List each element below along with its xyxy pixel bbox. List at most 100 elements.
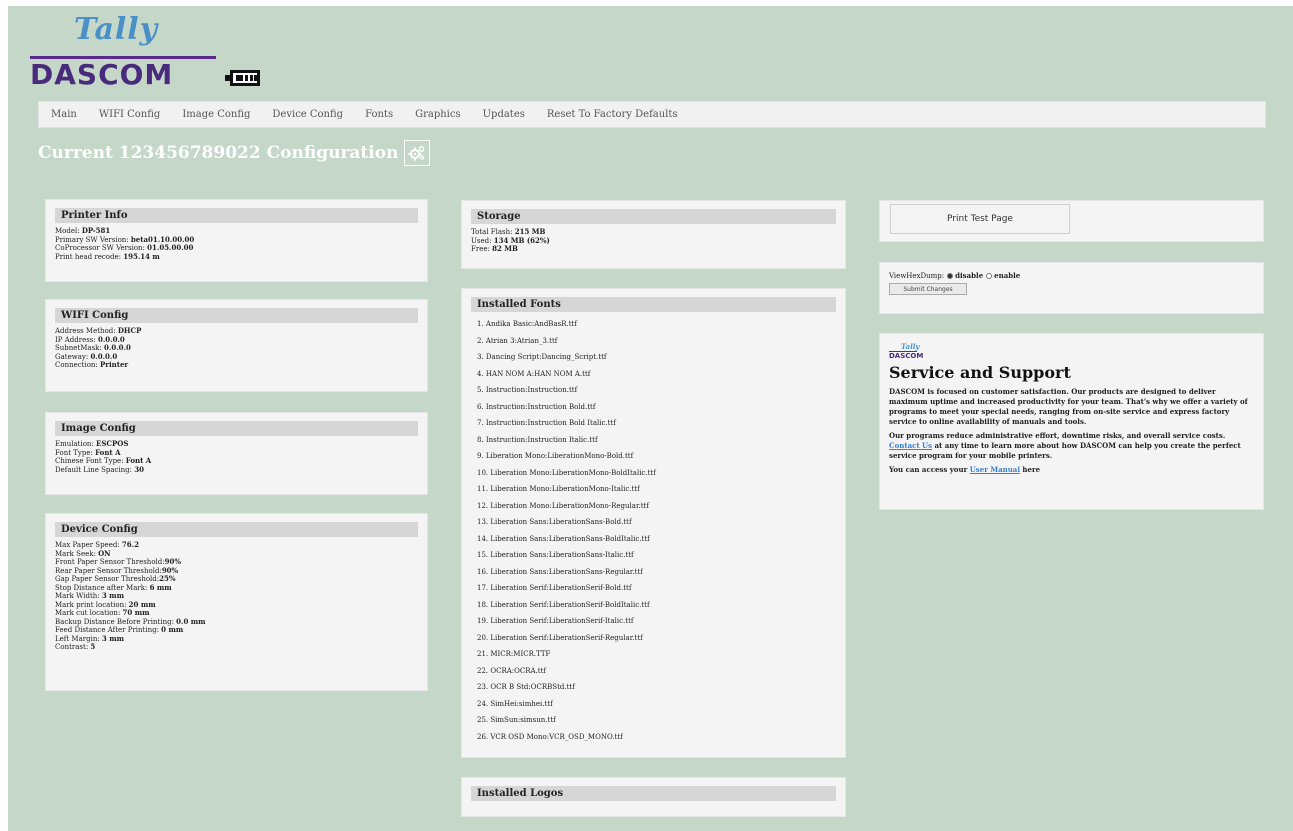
info-row: Primary SW Version: beta01.10.00.00 <box>55 235 418 245</box>
info-row-label: Gateway: <box>55 352 91 361</box>
hexdump-row: ViewHexDump: disable enable <box>889 271 1254 280</box>
info-row-label: Font Type: <box>55 448 96 457</box>
info-row-label: Backup Distance Before Printing: <box>55 617 177 626</box>
info-row-value: 76.2 <box>121 540 139 549</box>
info-row: Mark Seek: ON <box>55 548 418 559</box>
submit-changes-button[interactable]: Submit Changes <box>889 283 967 295</box>
info-row: Used: 134 MB (62%) <box>471 236 836 246</box>
installed-fonts-title: Installed Fonts <box>471 297 836 312</box>
font-list-item: 8. Instruction:Instruction Italic.ttf <box>477 435 598 444</box>
nav-reset-factory[interactable]: Reset To Factory Defaults <box>547 109 678 120</box>
font-list-item: 19. Liberation Serif:LiberationSerif-Ita… <box>477 617 634 625</box>
nav-main[interactable]: Main <box>51 109 77 120</box>
info-row-value: DP-581 <box>81 226 111 235</box>
device-config-panel: Device Config Max Paper Speed: 76.2 Mark … <box>45 513 428 691</box>
info-row-label: Default Line Spacing: <box>55 465 135 474</box>
installed-logos-title: Installed Logos <box>471 786 836 801</box>
settings-button[interactable] <box>404 140 431 166</box>
info-row: CoProcessor SW Version: 01.05.00.00 <box>55 243 418 253</box>
info-row-label: Used: <box>471 236 494 245</box>
nav-updates[interactable]: Updates <box>483 109 525 120</box>
info-row: Mark cut location: 70 mm <box>55 608 418 618</box>
page-title: Current 123456789022 Configuration <box>38 143 399 163</box>
storage-panel: Storage Total Flash: 215 MB Used: 134 MB … <box>461 200 846 269</box>
font-list-item: 7. Instruction:Instruction Bold Italic.t… <box>477 419 616 427</box>
font-list-item: 20. Liberation Serif:LiberationSerif-Reg… <box>477 633 643 642</box>
info-row: Contrast: 5 <box>55 642 418 652</box>
info-row: Connection: Printer <box>55 360 418 370</box>
info-row-label: Free: <box>471 245 493 253</box>
font-list-item: 9. Liberation Mono:LiberationMono-Bold.t… <box>477 452 634 460</box>
nav-device-config[interactable]: Device Config <box>272 109 343 120</box>
print-test-panel: Print Test Page <box>879 200 1264 242</box>
info-row-label: Print head recode: <box>55 252 124 261</box>
info-row: Backup Distance Before Printing: 0.0 mm <box>55 617 418 627</box>
info-row-label: Gap Paper Sensor Threshold: <box>55 575 160 583</box>
info-row-value: ON <box>98 548 111 558</box>
font-list-item: 18. Liberation Serif:LiberationSerif-Bol… <box>477 600 650 609</box>
hexdump-disable-radio[interactable] <box>947 272 954 279</box>
font-list-item: 6. Instruction:Instruction Bold.ttf <box>477 402 596 411</box>
font-list-item: 11. Liberation Mono:LiberationMono-Itali… <box>477 485 640 493</box>
font-list-item: 10. Liberation Mono:LiberationMono-BoldI… <box>477 468 656 477</box>
hexdump-enable-radio[interactable] <box>986 272 993 279</box>
contact-us-link[interactable]: Contact Us <box>889 441 932 450</box>
service-logo-dascom: DASCOM <box>889 351 924 360</box>
info-row-label: Front Paper Sensor Threshold: <box>55 558 165 566</box>
info-row-value: 3 mm <box>101 633 125 643</box>
info-row-value: 5 <box>90 642 96 651</box>
service-title: Service and Support <box>889 363 1071 382</box>
nav-graphics[interactable]: Graphics <box>415 109 461 120</box>
user-manual-link[interactable]: User Manual <box>970 465 1020 474</box>
info-row-label: Mark Seek: <box>55 549 99 558</box>
font-list-item: 24. SimHei:simhei.ttf <box>477 699 553 708</box>
installed-logos-panel: Installed Logos <box>461 777 846 817</box>
info-row-value: 82 MB <box>492 244 518 253</box>
image-config-title: Image Config <box>55 421 418 436</box>
gears-icon <box>408 146 425 161</box>
info-row: Font Type: Font A <box>55 448 418 458</box>
wifi-config-title: WIFI Config <box>55 308 418 323</box>
font-list-item: 17. Liberation Serif:LiberationSerif-Bol… <box>477 584 632 592</box>
logo-tally-text: Tally <box>74 12 159 47</box>
font-list-item: 21. MICR:MICR.TTF <box>477 650 551 658</box>
device-config-title: Device Config <box>55 522 418 537</box>
font-list-item: 4. HAN NOM A:HAN NOM A.ttf <box>477 369 591 378</box>
info-row: Gap Paper Sensor Threshold:25% <box>55 574 418 584</box>
device-config-rows: Max Paper Speed: 76.2 Mark Seek: ON Front … <box>55 540 418 652</box>
info-row-value: 30 <box>134 464 144 474</box>
logo-dascom-text: DASCOM <box>30 58 174 91</box>
font-list-item: 1. Andika Basic:AndBasR.ttf <box>477 320 577 328</box>
font-list-item: 12. Liberation Mono:LiberationMono-Regul… <box>477 501 649 510</box>
service-p3-text-b: here <box>1020 465 1041 474</box>
printer-info-rows: Model: DP-581 Primary SW Version: beta01.… <box>55 226 418 261</box>
image-config-rows: Emulation: ESCPOS Font Type: Font A Chines… <box>55 439 418 475</box>
font-list-item: 14. Liberation Sans:LiberationSans-BoldI… <box>477 534 650 543</box>
font-list-item: 23. OCR B Std:OCRBStd.ttf <box>477 683 575 691</box>
info-row-label: Connection: <box>55 361 101 369</box>
installed-fonts-panel: Installed Fonts 1. Andika Basic:AndBasR.… <box>461 288 846 758</box>
info-row-value: 195.14 m <box>123 251 160 261</box>
service-p3-text-a: You can access your <box>889 465 970 474</box>
info-row: Free: 82 MB <box>471 244 836 254</box>
main-navbar: Main WIFI Config Image Config Device Con… <box>38 101 1266 128</box>
info-row-value: 70 mm <box>122 608 150 617</box>
info-row: Default Line Spacing: 30 <box>55 464 418 475</box>
printer-info-panel: Printer Info Model: DP-581 Primary SW Ver… <box>45 199 428 282</box>
font-list-item: 22. OCRA:OCRA.ttf <box>477 666 546 675</box>
service-paragraph-2: Our programs reduce administrative effor… <box>889 431 1254 461</box>
hexdump-enable-label: enable <box>994 271 1021 280</box>
nav-image-config[interactable]: Image Config <box>182 109 250 120</box>
nav-wifi-config[interactable]: WIFI Config <box>99 109 160 120</box>
print-test-page-button[interactable]: Print Test Page <box>890 204 1070 234</box>
nav-fonts[interactable]: Fonts <box>365 109 393 120</box>
info-row: Left Margin: 3 mm <box>55 633 418 644</box>
info-row: Mark Width: 3 mm <box>55 591 418 601</box>
info-row-label: Emulation: <box>55 440 97 448</box>
dascom-logo: Tally DASCOM <box>30 12 290 94</box>
font-list-item: 15. Liberation Sans:LiberationSans-Itali… <box>477 551 634 559</box>
printer-info-title: Printer Info <box>55 208 418 223</box>
info-row-value: Printer <box>100 360 129 369</box>
image-config-panel: Image Config Emulation: ESCPOS Font Type:… <box>45 412 428 495</box>
info-row-label: Chinese Font Type: <box>55 457 126 465</box>
